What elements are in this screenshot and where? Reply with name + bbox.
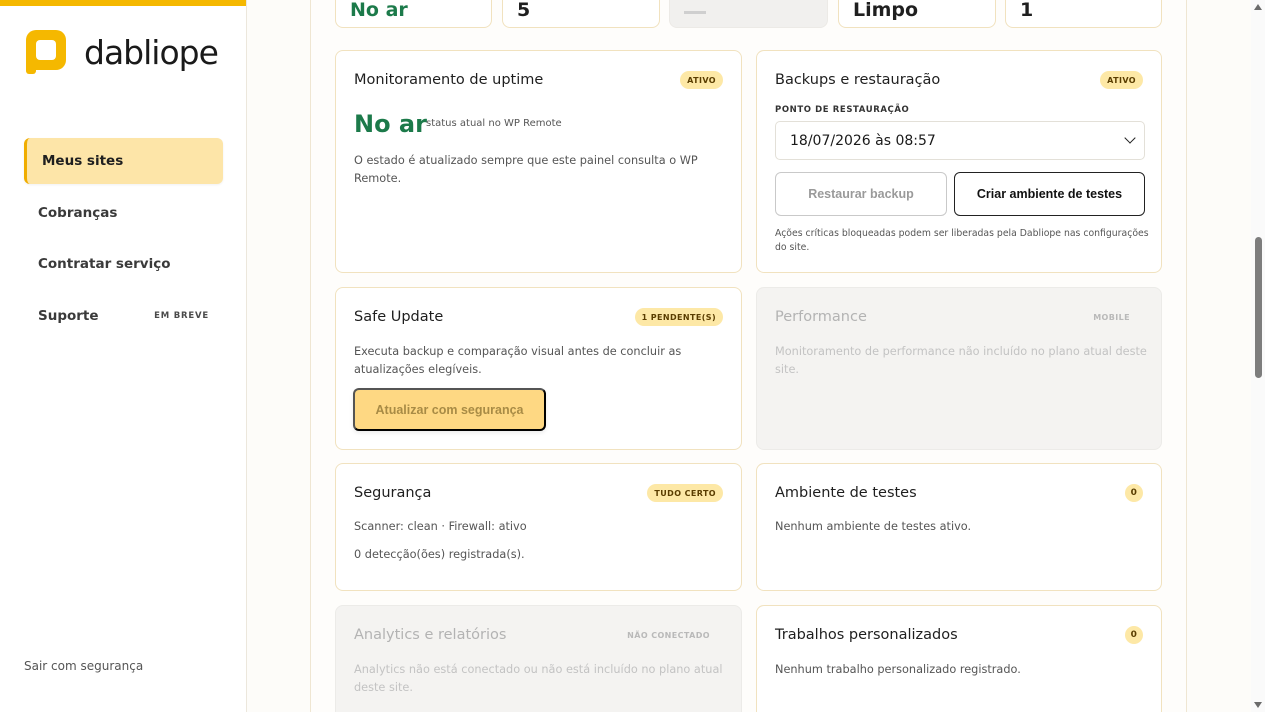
backups-note: Ações críticas bloqueadas podem ser libe… bbox=[775, 228, 1149, 253]
card-title: Ambiente de testes bbox=[775, 485, 917, 501]
uptime-description: O estado é atualizado sempre que este pa… bbox=[354, 154, 698, 185]
summary-status: No ar bbox=[335, 0, 492, 28]
mobile-badge: MOBILE bbox=[1093, 312, 1130, 322]
not-connected-badge: NÃO CONECTADO bbox=[627, 630, 710, 640]
restore-backup-button[interactable]: Restaurar backup bbox=[775, 172, 947, 216]
security-scanner-status: Scanner: clean · Firewall: ativo bbox=[354, 520, 527, 533]
card-title: Segurança bbox=[354, 485, 432, 501]
restore-point-select[interactable]: 18/07/2026 às 08:57 bbox=[775, 121, 1145, 160]
safe-update-card: Safe Update 1 PENDENTE(S) Executa backup… bbox=[335, 287, 742, 450]
pending-badge: 1 PENDENTE(S) bbox=[634, 308, 723, 326]
analytics-card: Analytics e relatórios NÃO CONECTADO Ana… bbox=[335, 605, 742, 712]
uptime-status: No ar bbox=[354, 110, 427, 138]
count-badge: 0 bbox=[1125, 484, 1143, 502]
summary-disabled bbox=[669, 0, 828, 28]
sidebar-item-label: Suporte bbox=[38, 307, 99, 324]
scrollbar-thumb[interactable] bbox=[1255, 237, 1262, 378]
scroll-down-arrow-icon[interactable] bbox=[1254, 702, 1262, 708]
status-badge: ATIVO bbox=[1100, 71, 1143, 89]
card-title: Safe Update bbox=[354, 309, 444, 325]
restore-point-value: 18/07/2026 às 08:57 bbox=[790, 133, 936, 149]
analytics-description: Analytics não está conectado ou não está… bbox=[354, 663, 723, 694]
status-badge: ATIVO bbox=[680, 71, 723, 89]
logout-link[interactable]: Sair com segurança bbox=[24, 659, 143, 673]
uptime-status-note: status atual no WP Remote bbox=[426, 118, 562, 129]
page-scrollbar[interactable] bbox=[1251, 0, 1265, 712]
sidebar-item-label: Contratar serviço bbox=[38, 256, 171, 272]
coming-soon-badge: EM BREVE bbox=[154, 310, 209, 321]
staging-description: Nenhum ambiente de testes ativo. bbox=[775, 520, 972, 533]
brand-top-bar bbox=[0, 0, 246, 6]
sidebar: dabliope Meus sites Cobranças Contratar … bbox=[0, 0, 247, 712]
uptime-card: Monitoramento de uptime ATIVO No ar stat… bbox=[335, 50, 742, 273]
summary-value: No ar bbox=[350, 0, 408, 21]
safe-update-description: Executa backup e comparação visual antes… bbox=[354, 345, 682, 376]
restore-point-label: PONTO DE RESTAURAÇÃO bbox=[775, 105, 910, 115]
card-title: Backups e restauração bbox=[775, 72, 941, 88]
scroll-up-arrow-icon[interactable] bbox=[1254, 4, 1262, 10]
card-title: Analytics e relatórios bbox=[354, 627, 507, 643]
backups-card: Backups e restauração ATIVO PONTO DE RES… bbox=[756, 50, 1162, 273]
brand-logo[interactable]: dabliope bbox=[24, 28, 219, 76]
sidebar-item-contratar-servico[interactable]: Contratar serviço bbox=[24, 241, 223, 287]
card-title: Monitoramento de uptime bbox=[354, 72, 544, 88]
main-panel: No ar 5 Limpo 1 Monitoramento de uptime … bbox=[310, 0, 1187, 712]
sidebar-item-suporte[interactable]: Suporte EM BREVE bbox=[24, 293, 223, 339]
card-title: Trabalhos personalizados bbox=[775, 627, 958, 643]
performance-description: Monitoramento de performance não incluíd… bbox=[775, 345, 1147, 376]
summary-count: 5 bbox=[502, 0, 660, 28]
chevron-down-icon bbox=[1124, 132, 1136, 144]
summary-jobs: 1 bbox=[1005, 0, 1162, 28]
security-detections: 0 detecção(ões) registrada(s). bbox=[354, 548, 525, 561]
summary-value: 5 bbox=[517, 0, 531, 21]
summary-security: Limpo bbox=[838, 0, 996, 28]
logo-mark-icon bbox=[26, 30, 66, 74]
sidebar-item-label: Cobranças bbox=[38, 204, 118, 221]
custom-jobs-card: Trabalhos personalizados 0 Nenhum trabal… bbox=[756, 605, 1162, 712]
staging-card: Ambiente de testes 0 Nenhum ambiente de … bbox=[756, 463, 1162, 591]
performance-card: Performance MOBILE Monitoramento de perf… bbox=[756, 287, 1162, 450]
brand-name: dabliope bbox=[84, 32, 219, 72]
sidebar-item-meus-sites[interactable]: Meus sites bbox=[24, 138, 223, 184]
safe-update-button[interactable]: Atualizar com segurança bbox=[353, 388, 546, 431]
summary-value: Limpo bbox=[853, 0, 919, 21]
summary-value: 1 bbox=[1020, 0, 1034, 21]
security-card: Segurança TUDO CERTO Scanner: clean · Fi… bbox=[335, 463, 742, 591]
sidebar-item-cobrancas[interactable]: Cobranças bbox=[24, 190, 223, 236]
custom-jobs-description: Nenhum trabalho personalizado registrado… bbox=[775, 663, 1021, 676]
card-title: Performance bbox=[775, 309, 867, 325]
security-badge: TUDO CERTO bbox=[647, 484, 723, 502]
main-nav: Meus sites Cobranças Contratar serviço S… bbox=[24, 138, 223, 344]
create-staging-button[interactable]: Criar ambiente de testes bbox=[954, 172, 1145, 216]
sidebar-item-label: Meus sites bbox=[42, 153, 124, 169]
summary-dash bbox=[684, 11, 706, 14]
count-badge: 0 bbox=[1125, 626, 1143, 644]
